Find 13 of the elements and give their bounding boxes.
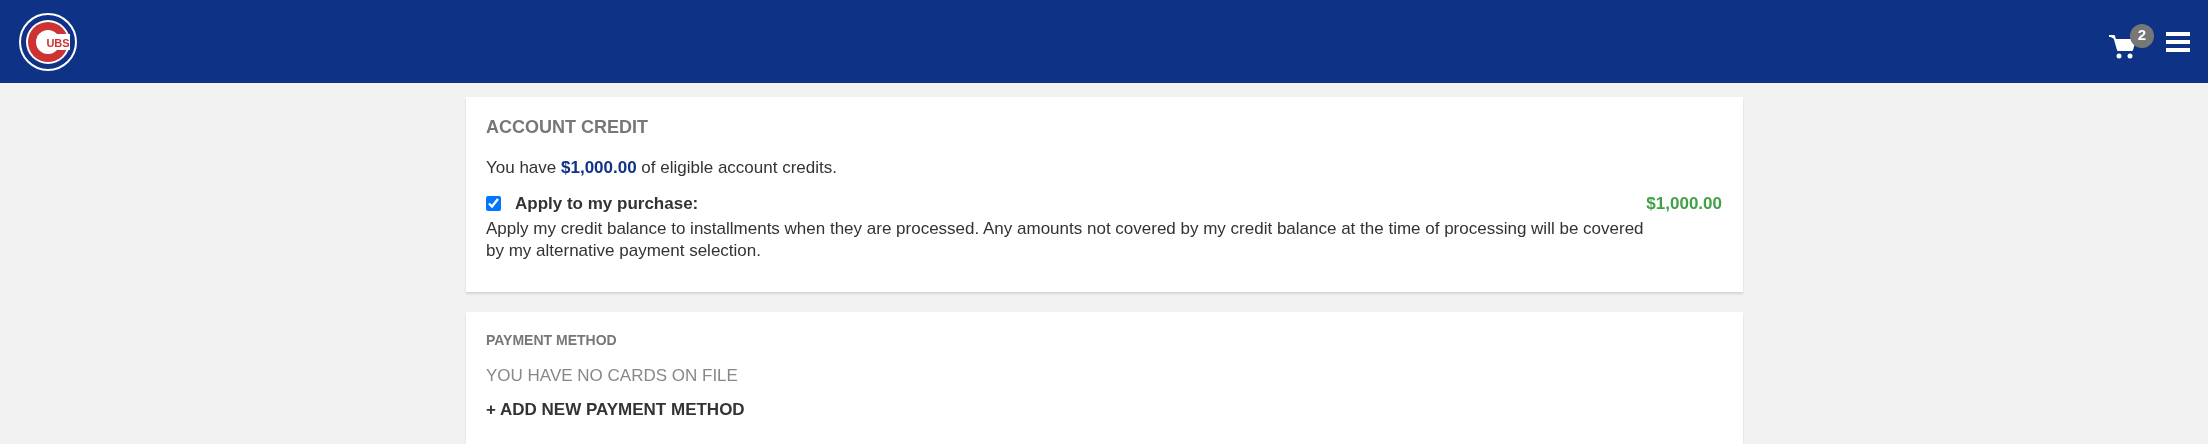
apply-label: Apply to my purchase:	[515, 192, 699, 215]
cart-count-badge: 2	[2130, 23, 2154, 48]
section-title: PAYMENT METHOD	[486, 331, 618, 350]
cart-icon[interactable]	[2108, 33, 2136, 60]
empty-message: YOU HAVE NO CARDS ON FILE	[486, 365, 739, 387]
add-payment-method-link[interactable]: + ADD NEW PAYMENT METHOD	[486, 396, 745, 422]
menu-icon[interactable]	[2166, 30, 2190, 53]
credit-amount: $1,000.00	[1646, 192, 1722, 215]
section-title: ACCOUNT CREDIT	[486, 116, 649, 139]
logo[interactable]: UBS	[18, 11, 78, 72]
apply-checkbox[interactable]	[486, 195, 501, 211]
credit-summary: You have $1,000.00 of eligible account credits.	[486, 157, 838, 179]
credit-description: Apply my credit balance to installments when they are processed. Any amounts not covered by my credit balance at the time of processing will be covered by my alternative payment selection.	[486, 218, 1645, 262]
